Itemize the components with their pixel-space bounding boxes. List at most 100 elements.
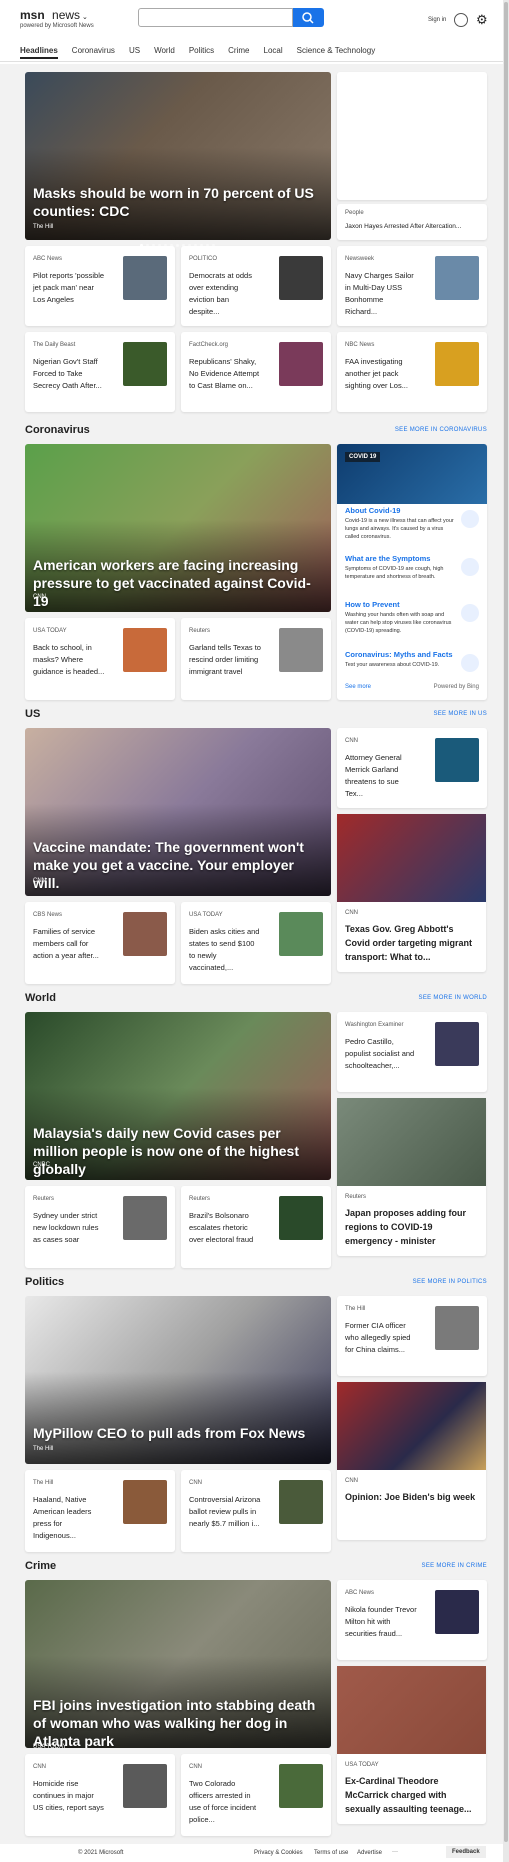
news-card[interactable]: CNN Two Colorado officers arrested in use…	[181, 1754, 331, 1836]
hero-card[interactable]: MyPillow CEO to pull ads from Fox News Th…	[25, 1296, 331, 1464]
news-card[interactable]: ABC News Pilot reports 'possible jet pack…	[25, 246, 175, 326]
news-card[interactable]: CNN Controversial Arizona ballot review p…	[181, 1470, 331, 1552]
tab-world[interactable]: World	[154, 46, 175, 55]
hero-title: MyPillow CEO to pull ads from Fox News	[33, 1425, 306, 1441]
tab-us[interactable]: US	[129, 46, 140, 55]
hero-source: CNN	[33, 878, 46, 884]
covid-info-item[interactable]: How to Prevent Washing your hands often w…	[345, 600, 479, 635]
news-card[interactable]: ABC News Nikola founder Trevor Milton hit…	[337, 1580, 487, 1660]
news-card[interactable]: POLITICO Democrats at odds over extending…	[181, 246, 331, 326]
news-card[interactable]: USA TODAY Biden asks cities and states to…	[181, 902, 331, 984]
tab-crime[interactable]: Crime	[228, 46, 249, 55]
nav-tabs: Headlines Coronavirus US World Politics Crime…	[20, 46, 389, 59]
card-thumbnail	[435, 1022, 479, 1066]
news-card[interactable]: Reuters Garland tells Texas to rescind or…	[181, 618, 331, 700]
news-card[interactable]: People Jaxon Hayes Arrested After Alterca…	[337, 204, 487, 240]
card-source: Reuters	[189, 1196, 211, 1202]
see-more-link[interactable]: See more	[345, 684, 371, 690]
card-thumbnail	[435, 738, 479, 782]
news-card[interactable]: The Daily Beast Nigerian Gov't Staff Forc…	[25, 332, 175, 412]
carousel-dots[interactable]	[140, 234, 220, 247]
hero-card[interactable]: Masks should be worn in 70 percent of US…	[25, 72, 331, 240]
news-card[interactable]: FactCheck.org Republicans' Shaky, No Evid…	[181, 332, 331, 412]
tab-local[interactable]: Local	[264, 46, 283, 55]
copyright: © 2021 Microsoft	[78, 1850, 124, 1856]
card-source: NBC News	[345, 342, 375, 348]
news-card[interactable]: Reuters Brazil's Bolsonaro escalates rhet…	[181, 1186, 331, 1268]
card-title: Japan proposes adding four regions to CO…	[345, 1208, 467, 1246]
carousel-dot[interactable]	[176, 244, 179, 247]
card-source: FactCheck.org	[189, 342, 229, 348]
news-card[interactable]: Washington Examiner Pedro Castillo, popul…	[337, 1012, 487, 1092]
card-title: Texas Gov. Greg Abbott's Covid order tar…	[345, 924, 473, 962]
news-card-large[interactable]: USA TODAY Ex-Cardinal Theodore McCarrick …	[337, 1666, 486, 1824]
card-source: Newsweek	[345, 256, 375, 262]
news-card-large[interactable]: Reuters Japan proposes adding four region…	[337, 1098, 486, 1256]
news-card[interactable]: NBC News FAA investigating another jet pa…	[337, 332, 487, 412]
see-more-link[interactable]: SEE MORE IN POLITICS	[413, 1279, 487, 1285]
news-card-large[interactable]: CNN Opinion: Joe Biden's big week	[337, 1382, 486, 1540]
news-card[interactable]: CNN Attorney General Merrick Garland thre…	[337, 728, 487, 808]
scrollbar[interactable]	[503, 0, 509, 1862]
covid-info-item[interactable]: About Covid-19 Covid-19 is a new illness …	[345, 506, 479, 541]
see-more-link[interactable]: SEE MORE IN WORLD	[419, 995, 487, 1001]
news-card[interactable]: Newsweek Navy Charges Sailor in Multi-Day…	[337, 246, 487, 326]
card-title: Jaxon Hayes Arrested After Altercation..…	[345, 223, 462, 230]
scrollbar-thumb[interactable]	[504, 2, 508, 1842]
card-source: Reuters	[33, 1196, 55, 1202]
news-card[interactable]: CBS News Families of service members call…	[25, 902, 175, 984]
hero-card[interactable]: FBI joins investigation into stabbing de…	[25, 1580, 331, 1748]
card-title: Opinion: Joe Biden's big week	[345, 1492, 476, 1502]
tab-science-technology[interactable]: Science & Technology	[297, 46, 376, 55]
hero-card[interactable]: American workers are facing increasing p…	[25, 444, 331, 612]
card-source: CNN	[189, 1764, 202, 1770]
news-card[interactable]: Reuters Sydney under strict new lockdown …	[25, 1186, 175, 1268]
msn-logo[interactable]: msn news ⌄ powered by Microsoft News	[20, 8, 94, 29]
card-title: Back to school, in masks? Where guidance…	[33, 643, 105, 676]
card-image	[337, 1382, 486, 1470]
news-card[interactable]: The Hill Former CIA officer who allegedly…	[337, 1296, 487, 1376]
news-card[interactable]: USA TODAY Back to school, in masks? Where…	[25, 618, 175, 700]
card-image	[337, 814, 486, 902]
card-thumbnail	[123, 342, 167, 386]
see-more-link[interactable]: SEE MORE IN US	[433, 711, 487, 717]
terms-link[interactable]: Terms of use	[314, 1850, 348, 1856]
sign-in-link[interactable]: Sign in	[428, 17, 446, 23]
see-more-link[interactable]: SEE MORE IN CRIME	[422, 1563, 487, 1569]
card-thumbnail	[435, 342, 479, 386]
advertise-link[interactable]: Advertise	[357, 1850, 382, 1856]
product-text: news	[52, 8, 81, 22]
hero-card[interactable]: Malaysia's daily new Covid cases per mil…	[25, 1012, 331, 1180]
card-source: USA TODAY	[345, 1762, 379, 1768]
card-title: Democrats at odds over extending evictio…	[189, 271, 252, 316]
news-card-large[interactable]: CNN Texas Gov. Greg Abbott's Covid order …	[337, 814, 486, 972]
card-image	[337, 1666, 486, 1754]
tab-politics[interactable]: Politics	[189, 46, 214, 55]
gear-icon[interactable]: ⚙	[476, 12, 488, 28]
hero-source: CNN	[33, 594, 46, 600]
news-card[interactable]: CNN Homicide rise continues in major US c…	[25, 1754, 175, 1836]
card-thumbnail	[435, 1590, 479, 1634]
card-thumbnail	[123, 1480, 167, 1524]
privacy-link[interactable]: Privacy & Cookies	[254, 1850, 303, 1856]
covid-info-item[interactable]: Coronavirus: Myths and Facts Test your aw…	[345, 650, 479, 672]
covid-item-heading: About Covid-19	[345, 506, 401, 515]
search-button[interactable]	[293, 8, 324, 27]
hero-title: Malaysia's daily new Covid cases per mil…	[33, 1125, 300, 1177]
card-thumbnail	[279, 256, 323, 300]
feedback-button[interactable]: Feedback	[446, 1846, 486, 1858]
tab-headlines[interactable]: Headlines	[20, 46, 58, 59]
hero-source: USA TODAY	[33, 1744, 67, 1748]
search-icon	[302, 12, 314, 24]
card-thumbnail	[123, 1764, 167, 1808]
news-card[interactable]: The Hill Haaland, Native American leaders…	[25, 1470, 175, 1552]
card-title: Ex-Cardinal Theodore McCarrick charged w…	[345, 1776, 472, 1814]
hero-card[interactable]: Vaccine mandate: The government won't ma…	[25, 728, 331, 896]
search-input[interactable]	[138, 8, 293, 27]
card-source: CNN	[189, 1480, 202, 1486]
more-icon[interactable]: ···	[392, 1849, 398, 1855]
covid-info-item[interactable]: What are the Symptoms Symptoms of COVID-1…	[345, 554, 479, 581]
avatar-icon[interactable]	[454, 13, 468, 27]
see-more-link[interactable]: SEE MORE IN CORONAVIRUS	[395, 427, 487, 433]
tab-coronavirus[interactable]: Coronavirus	[72, 46, 115, 55]
